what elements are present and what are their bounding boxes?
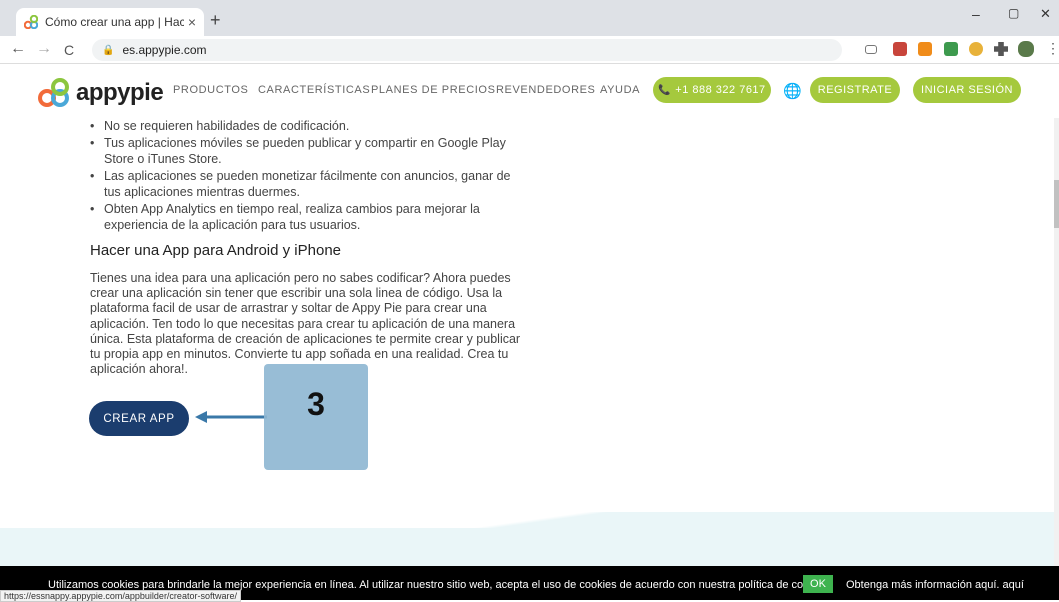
phone-button[interactable]: 📞 +1 888 322 7617 xyxy=(653,77,771,103)
cookie-more-link[interactable]: Obtenga más información aquí. aquí xyxy=(846,579,1024,591)
nav-revendedores[interactable]: REVENDEDORES xyxy=(496,84,596,96)
site-header: appypie PRODUCTOS CARACTERÍSTICAS PLANES… xyxy=(0,65,1059,118)
cookie-ok-button[interactable]: OK xyxy=(803,575,833,593)
globe-icon[interactable]: 🌐 xyxy=(783,82,802,100)
nav-caracteristicas[interactable]: CARACTERÍSTICAS xyxy=(258,84,370,96)
cast-icon[interactable] xyxy=(865,45,877,54)
appypie-favicon-icon xyxy=(24,15,38,29)
back-button[interactable]: ← xyxy=(10,40,26,58)
section-heading: Hacer una App para Android y iPhone xyxy=(90,241,342,259)
close-window-button[interactable]: ✕ xyxy=(1040,6,1051,22)
annotation-arrow-icon xyxy=(195,411,267,423)
profile-avatar[interactable] xyxy=(1018,41,1034,57)
features-list: No se requieren habilidades de codificac… xyxy=(90,118,530,234)
nav-planes-de-precios[interactable]: PLANES DE PRECIOS xyxy=(371,84,496,96)
appypie-logo[interactable]: appypie xyxy=(38,78,164,108)
main-content: No se requieren habilidades de codificac… xyxy=(90,118,530,377)
url-text: es.appypie.com xyxy=(122,43,207,57)
list-item: Tus aplicaciones móviles se pueden publi… xyxy=(90,135,530,168)
menu-kebab-icon[interactable]: ⋮ xyxy=(1046,40,1059,57)
address-bar[interactable]: 🔒 es.appypie.com xyxy=(92,39,842,61)
restore-button[interactable]: ▢ xyxy=(1008,6,1019,20)
appypie-logo-icon xyxy=(38,78,69,107)
minimize-button[interactable]: – xyxy=(972,6,980,22)
register-button[interactable]: REGISTRATE xyxy=(810,77,900,103)
extensions-puzzle-icon[interactable] xyxy=(994,42,1008,56)
browser-tab-strip: Cómo crear una app | Hacer una × + – ▢ ✕ xyxy=(0,0,1059,36)
section-paragraph: Tienes una idea para una aplicación pero… xyxy=(90,271,521,377)
scrollbar-thumb[interactable] xyxy=(1054,180,1059,228)
list-item: Las aplicaciones se pueden monetizar fác… xyxy=(90,168,530,201)
login-button[interactable]: INICIAR SESIÓN xyxy=(913,77,1021,103)
crear-app-button[interactable]: CREAR APP xyxy=(89,401,189,436)
ext-orange-icon[interactable] xyxy=(918,42,932,56)
nav-productos[interactable]: PRODUCTOS xyxy=(173,84,248,96)
decorative-band xyxy=(0,512,1059,566)
logo-text: appypie xyxy=(76,79,164,106)
step-callout: 3 xyxy=(264,364,368,470)
tab-title: Cómo crear una app | Hacer una xyxy=(45,15,184,29)
phone-icon: 📞 xyxy=(658,84,672,96)
list-item: No se requieren habilidades de codificac… xyxy=(90,118,530,135)
phone-number: +1 888 322 7617 xyxy=(675,84,766,96)
tab-close-icon[interactable]: × xyxy=(188,14,196,30)
new-tab-button[interactable]: + xyxy=(210,10,221,31)
ext-cookie-icon[interactable] xyxy=(969,42,983,56)
browser-toolbar: ← → C 🔒 es.appypie.com ⋮ xyxy=(0,36,1059,64)
lock-icon: 🔒 xyxy=(102,44,115,56)
ext-green-icon[interactable] xyxy=(944,42,958,56)
reload-button[interactable]: C xyxy=(64,42,74,58)
status-url-tooltip: https://essnappy.appypie.com/appbuilder/… xyxy=(0,590,241,602)
browser-tab[interactable]: Cómo crear una app | Hacer una × xyxy=(16,8,204,36)
pdf-extension-icon[interactable] xyxy=(893,42,907,56)
list-item: Obten App Analytics en tiempo real, real… xyxy=(90,201,530,234)
forward-button[interactable]: → xyxy=(36,40,52,58)
nav-ayuda[interactable]: AYUDA xyxy=(600,84,640,96)
